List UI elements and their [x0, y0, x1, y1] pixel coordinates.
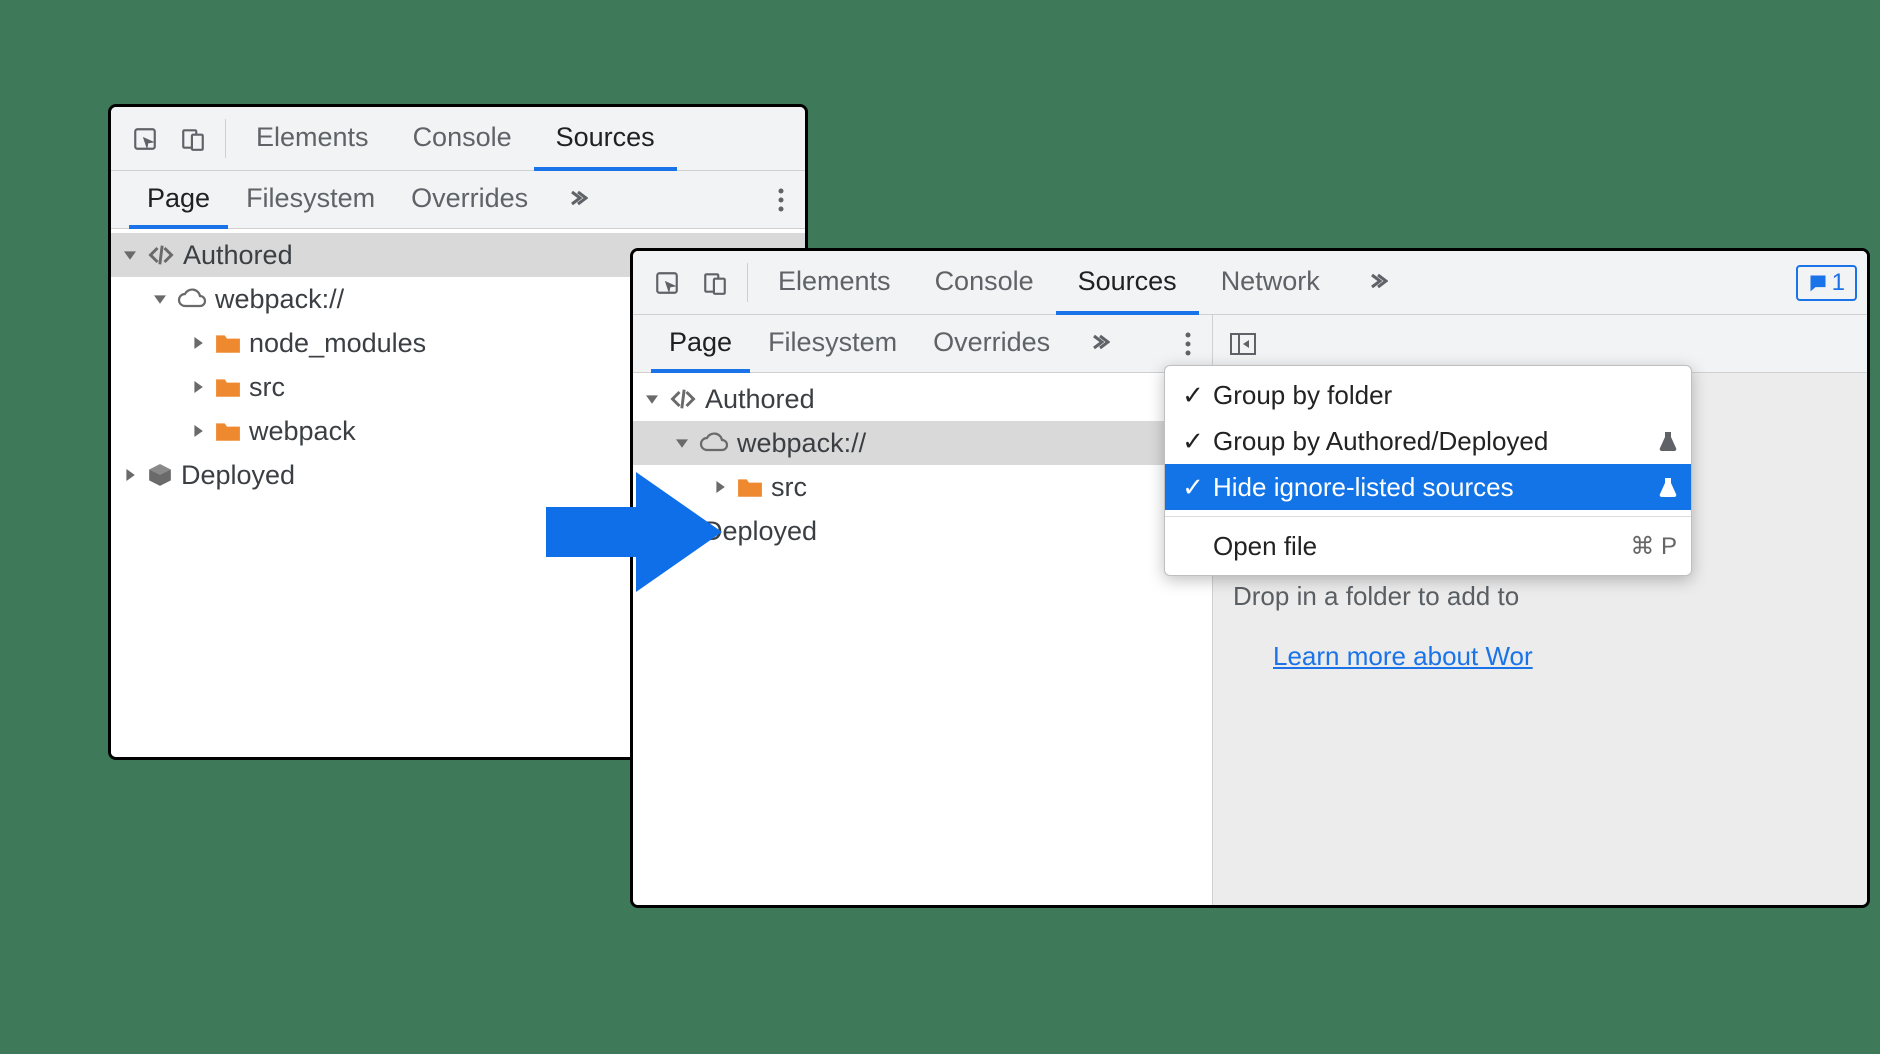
device-toggle-icon[interactable] [691, 251, 739, 314]
folder-icon [215, 420, 241, 442]
sources-sub-tabs: Page Filesystem Overrides [111, 171, 805, 229]
main-tab-bar: Elements Console Sources Network 1 [633, 251, 1867, 315]
tree-label: node_modules [249, 328, 426, 359]
menu-item-hide-ignore-listed[interactable]: ✓ Hide ignore-listed sources [1165, 464, 1691, 510]
main-tab-bar: Elements Console Sources [111, 107, 805, 171]
tree-label: webpack:// [215, 284, 344, 315]
tab-elements[interactable]: Elements [234, 107, 391, 171]
chevron-right-icon [121, 469, 139, 481]
tab-console[interactable]: Console [913, 251, 1056, 315]
chevron-down-icon [151, 293, 169, 305]
cloud-icon [699, 432, 729, 454]
check-icon: ✓ [1179, 426, 1207, 457]
separator [747, 263, 748, 302]
collapse-pane-icon[interactable] [1229, 332, 1257, 356]
chevron-down-icon [121, 249, 139, 261]
box-icon [669, 518, 695, 544]
menu-label: Group by folder [1213, 380, 1677, 411]
tab-sources[interactable]: Sources [534, 107, 677, 171]
issues-badge[interactable]: 1 [1796, 265, 1857, 301]
subtab-overrides[interactable]: Overrides [915, 315, 1068, 373]
issues-count: 1 [1832, 269, 1845, 297]
menu-separator [1165, 516, 1691, 517]
file-tree: Authored webpack:// src [633, 373, 1212, 905]
tree-label: src [771, 472, 807, 503]
menu-label: Group by Authored/Deployed [1213, 426, 1653, 457]
separator [225, 119, 226, 158]
tree-label: Deployed [703, 516, 817, 547]
tab-console[interactable]: Console [391, 107, 534, 171]
folder-icon [737, 476, 763, 498]
tree-node-src[interactable]: src [633, 465, 1212, 509]
tree-label: webpack:// [737, 428, 866, 459]
stage: Elements Console Sources Page Filesystem… [0, 0, 1880, 1054]
code-icon [147, 241, 175, 269]
subtab-more[interactable] [546, 171, 606, 229]
tab-more[interactable] [1342, 251, 1410, 315]
keyboard-shortcut: ⌘ P [1630, 532, 1677, 561]
menu-item-open-file[interactable]: Open file ⌘ P [1165, 523, 1691, 569]
chevron-down-icon [673, 437, 691, 449]
tree-node-webpack[interactable]: webpack:// [633, 421, 1212, 465]
chevron-down-icon [643, 393, 661, 405]
tree-label: Authored [705, 384, 815, 415]
menu-label: Open file [1213, 531, 1624, 562]
subtab-filesystem[interactable]: Filesystem [228, 171, 393, 229]
tree-node-authored[interactable]: Authored [633, 377, 1212, 421]
subtab-page[interactable]: Page [129, 171, 228, 229]
tree-label: Deployed [181, 460, 295, 491]
tab-sources[interactable]: Sources [1056, 251, 1199, 315]
menu-item-group-by-authored[interactable]: ✓ Group by Authored/Deployed [1165, 418, 1691, 464]
box-icon [147, 462, 173, 488]
menu-item-group-by-folder[interactable]: ✓ Group by folder [1165, 372, 1691, 418]
cloud-icon [177, 288, 207, 310]
check-icon: ✓ [1179, 380, 1207, 411]
folder-icon [215, 332, 241, 354]
tree-label: Authored [183, 240, 293, 271]
flask-icon [1659, 477, 1677, 497]
chevron-right-icon [189, 381, 207, 393]
context-menu: ✓ Group by folder ✓ Group by Authored/De… [1164, 365, 1692, 576]
inspect-icon[interactable] [643, 251, 691, 314]
chevron-right-icon [643, 525, 661, 537]
folder-icon [215, 376, 241, 398]
tab-network[interactable]: Network [1199, 251, 1342, 315]
tree-label: webpack [249, 416, 356, 447]
chevron-right-icon [189, 337, 207, 349]
tab-elements[interactable]: Elements [756, 251, 913, 315]
subtab-page[interactable]: Page [651, 315, 750, 373]
more-options-icon[interactable] [1164, 315, 1212, 372]
inspect-icon[interactable] [121, 107, 169, 170]
subtab-more[interactable] [1068, 315, 1128, 373]
tree-label: src [249, 372, 285, 403]
chevron-right-icon [711, 481, 729, 493]
tree-node-deployed[interactable]: Deployed [633, 509, 1212, 553]
drop-message: Drop in a folder to add to [1233, 581, 1867, 612]
flask-icon [1659, 431, 1677, 451]
subtab-filesystem[interactable]: Filesystem [750, 315, 915, 373]
chevron-right-icon [189, 425, 207, 437]
learn-more-link[interactable]: Learn more about Wor [1273, 641, 1533, 672]
code-icon [669, 385, 697, 413]
subtab-overrides[interactable]: Overrides [393, 171, 546, 229]
check-icon: ✓ [1179, 472, 1207, 503]
more-options-icon[interactable] [757, 171, 805, 228]
menu-label: Hide ignore-listed sources [1213, 472, 1653, 503]
devtools-window-after: Elements Console Sources Network 1 Page … [630, 248, 1870, 908]
sources-sub-tabs: Page Filesystem Overrides [633, 315, 1212, 373]
device-toggle-icon[interactable] [169, 107, 217, 170]
